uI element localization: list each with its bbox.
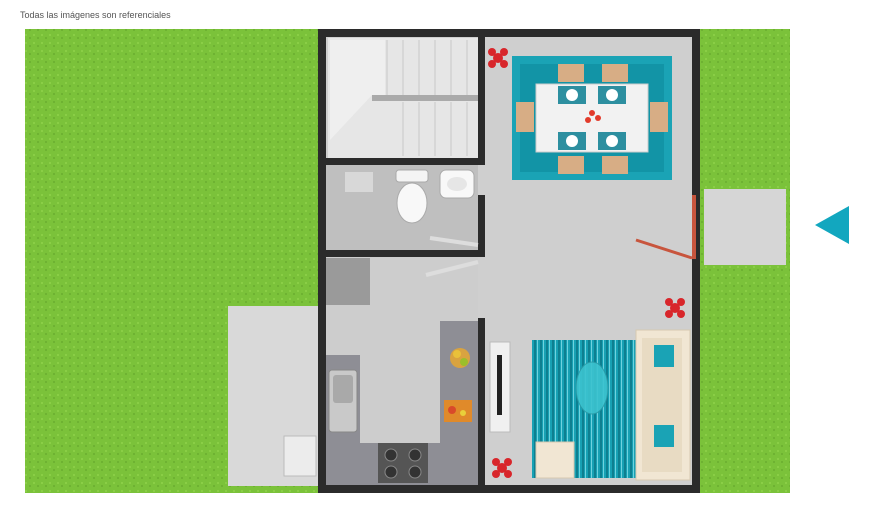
laundry-sink — [283, 435, 317, 477]
front-door — [692, 195, 696, 259]
wall-bath-bottom — [318, 250, 484, 257]
fruit-bowl — [450, 348, 470, 368]
coffee-table — [575, 361, 609, 415]
shower-fixture — [345, 172, 373, 192]
sofa — [635, 329, 691, 481]
entrance-arrow-icon — [815, 206, 849, 244]
kitchen-sink-icon — [328, 369, 358, 433]
wall-kitchen-right — [478, 318, 485, 488]
floor-plan — [25, 29, 790, 493]
wall-bath-top — [318, 158, 484, 165]
sink-icon — [439, 169, 475, 199]
wall-stair-right — [478, 37, 485, 165]
stair-rail — [372, 95, 480, 101]
toilet-icon — [395, 169, 429, 224]
wall-bath-right — [478, 195, 485, 257]
ottoman — [535, 441, 575, 479]
dining-table — [535, 83, 649, 153]
tv-unit — [489, 341, 511, 433]
fridge — [326, 258, 370, 305]
stove-icon — [378, 443, 428, 483]
cutting-board — [444, 400, 472, 422]
entrance-slab — [704, 189, 786, 265]
